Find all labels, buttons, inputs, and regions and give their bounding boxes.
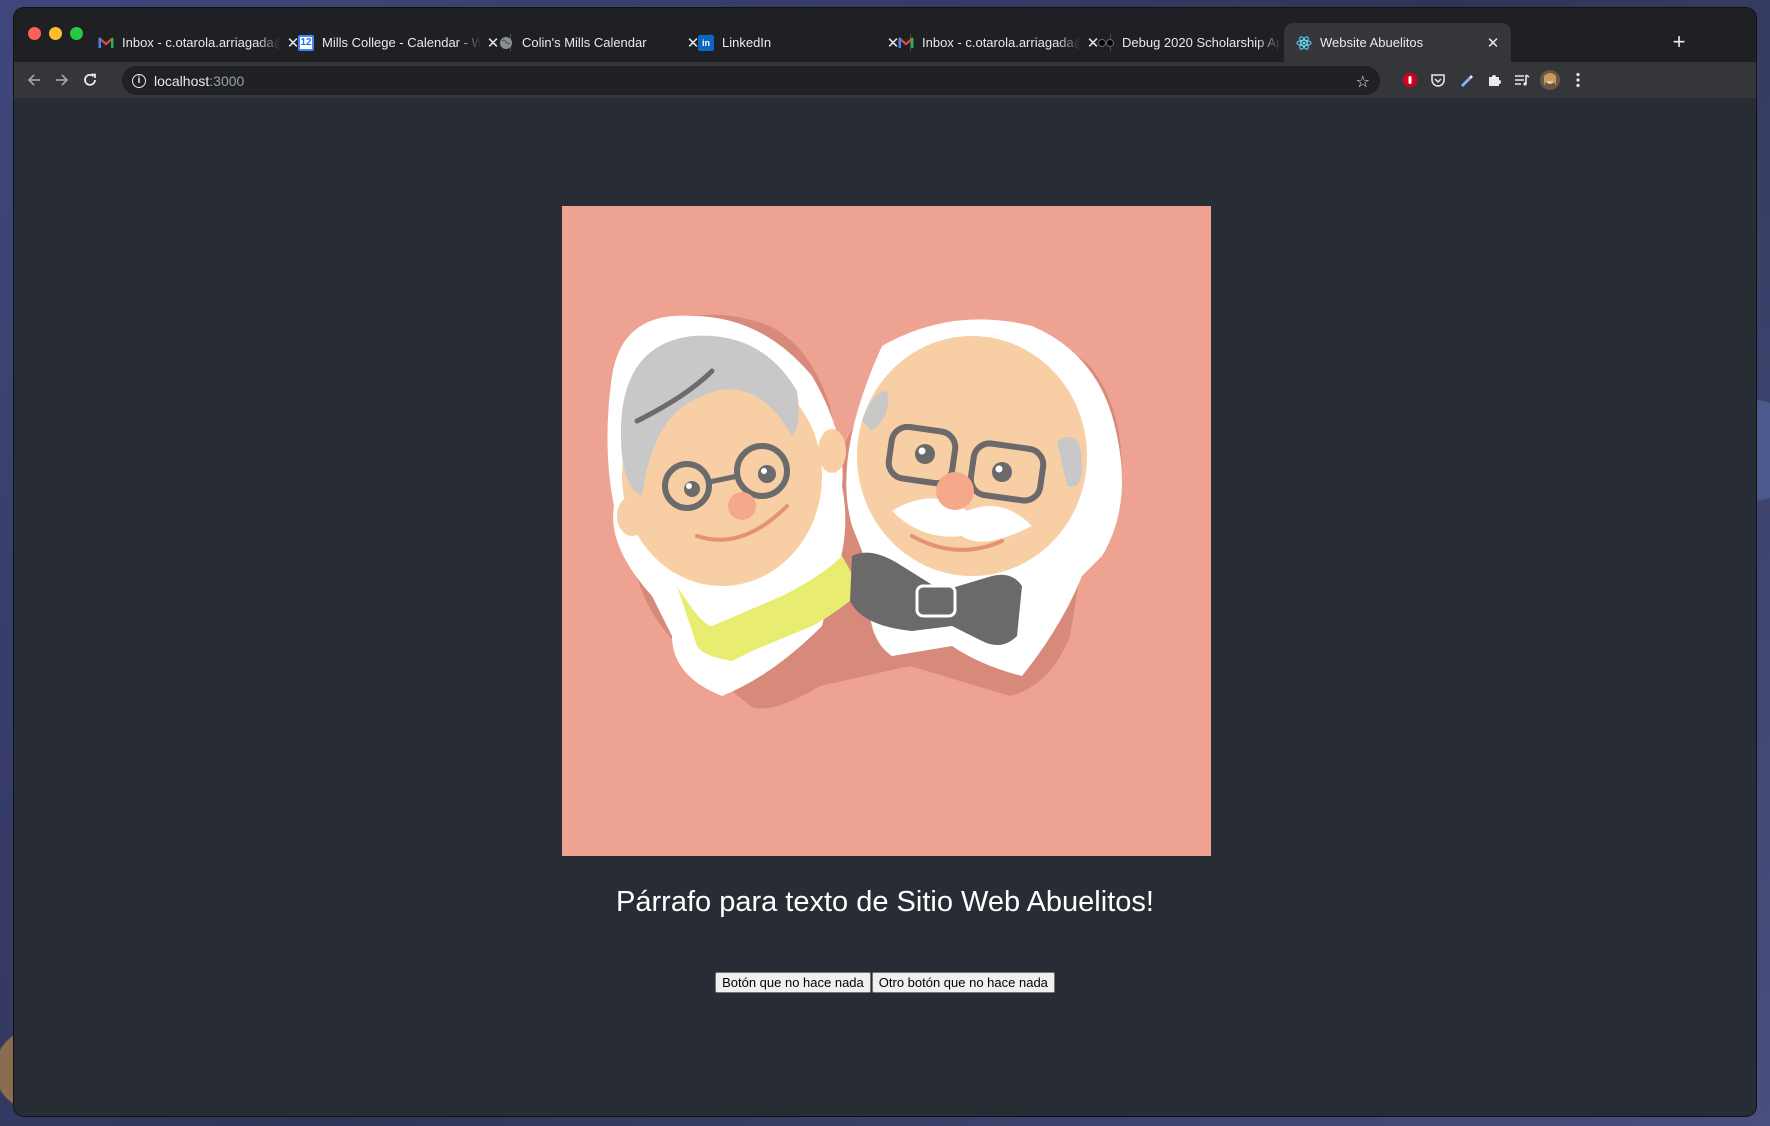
window-controls — [28, 27, 83, 40]
close-window-button[interactable] — [28, 27, 41, 40]
pocket-extension-icon[interactable] — [1428, 70, 1448, 90]
other-do-nothing-button[interactable]: Otro botón que no hace nada — [871, 972, 1055, 993]
tab-mills-calendar[interactable]: 12 Mills College - Calendar - We ✕ — [286, 23, 511, 62]
browser-menu-icon[interactable] — [1568, 70, 1588, 90]
adblock-extension-icon[interactable] — [1400, 70, 1420, 90]
url-host: localhost — [154, 72, 210, 89]
new-tab-button[interactable]: + — [1667, 30, 1691, 54]
back-arrow-icon[interactable] — [24, 70, 44, 90]
tab-debug-scholarship[interactable]: Debug 2020 Scholarship Ap ✕ — [1086, 23, 1311, 62]
tab-inbox-1[interactable]: Inbox - c.otarola.arriagada@ ✕ — [86, 23, 311, 62]
pen-extension-icon[interactable] — [1456, 70, 1476, 90]
maximize-window-button[interactable] — [70, 27, 83, 40]
site-info-icon[interactable]: i — [132, 73, 146, 88]
tab-strip: Inbox - c.otarola.arriagada@ ✕ 12 Mills … — [14, 8, 1756, 62]
browser-toolbar: i localhost:3000 ☆ — [14, 62, 1756, 99]
url-port: :3000 — [209, 72, 245, 89]
gmail-icon — [98, 35, 114, 51]
page-content: Párrafo para texto de Sitio Web Abuelito… — [14, 98, 1756, 1116]
button-row: Botón que no hace nada Otro botón que no… — [14, 972, 1756, 993]
close-tab-icon[interactable]: ✕ — [1485, 35, 1501, 52]
minimize-window-button[interactable] — [49, 27, 62, 40]
tab-title: Inbox - c.otarola.arriagada@ — [922, 35, 1081, 50]
tab-linkedin[interactable]: in LinkedIn ✕ — [686, 23, 911, 62]
puzzle-extensions-icon[interactable] — [1484, 70, 1504, 90]
react-icon — [1296, 35, 1312, 51]
tab-title: Mills College - Calendar - We — [322, 35, 481, 50]
reload-icon[interactable] — [80, 70, 100, 90]
reading-list-icon[interactable] — [1512, 70, 1532, 90]
browser-window: Inbox - c.otarola.arriagada@ ✕ 12 Mills … — [14, 8, 1756, 1116]
profile-avatar[interactable] — [1540, 70, 1560, 90]
tab-title: Debug 2020 Scholarship Ap — [1122, 35, 1281, 50]
main-paragraph: Párrafo para texto de Sitio Web Abuelito… — [616, 886, 1154, 918]
linkedin-icon: in — [698, 34, 714, 51]
grandparents-illustration — [562, 206, 1211, 856]
address-bar[interactable]: i localhost:3000 ☆ — [122, 66, 1380, 95]
glasses-icon — [1098, 35, 1114, 51]
globe-icon — [498, 35, 514, 51]
bookmark-star-icon[interactable]: ☆ — [1356, 72, 1370, 92]
gmail-icon — [898, 35, 914, 51]
forward-arrow-icon[interactable] — [52, 70, 72, 90]
do-nothing-button[interactable]: Botón que no hace nada — [715, 972, 871, 993]
tab-title: Inbox - c.otarola.arriagada@ — [122, 35, 281, 50]
tab-colins-calendar[interactable]: Colin's Mills Calendar ✕ — [486, 23, 711, 62]
tab-title: Website Abuelitos — [1320, 35, 1424, 50]
tab-inbox-2[interactable]: Inbox - c.otarola.arriagada@ ✕ — [886, 23, 1111, 62]
tab-title: LinkedIn — [722, 35, 772, 50]
tab-website-abuelitos[interactable]: Website Abuelitos ✕ — [1284, 23, 1511, 62]
tab-title: Colin's Mills Calendar — [522, 35, 647, 50]
calendar-icon: 12 — [298, 34, 314, 51]
